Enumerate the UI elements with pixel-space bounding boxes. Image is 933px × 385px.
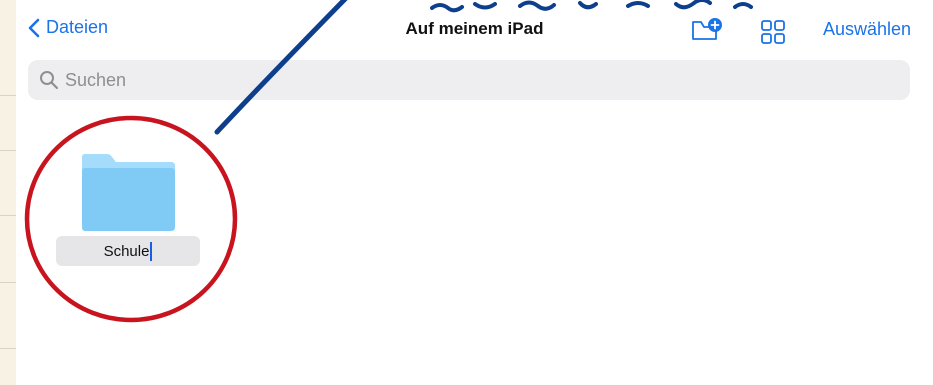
files-app-screen: Dateien Auf meinem iPad Auswählen Suchen… [16, 0, 933, 385]
paper-rule-line [0, 215, 16, 216]
paper-rule-line [0, 150, 16, 151]
page-title: Auf meinem iPad [405, 19, 544, 38]
paper-rule-line [0, 282, 16, 283]
folder-name-field[interactable]: Schule [56, 236, 200, 266]
search-bar[interactable] [28, 60, 910, 100]
paper-rule-line [0, 95, 16, 96]
paper-rule-line [0, 348, 16, 349]
folder-icon [82, 154, 175, 231]
search-input[interactable] [65, 69, 885, 91]
select-button[interactable]: Auswählen [823, 19, 911, 40]
grid-icon [761, 20, 785, 44]
folder-badge-plus-icon [692, 18, 722, 40]
folder-name-text: Schule [103, 242, 150, 260]
new-folder-button[interactable] [691, 17, 723, 48]
folder-item[interactable] [79, 153, 177, 238]
search-icon [40, 71, 59, 90]
view-options-button[interactable] [760, 19, 786, 50]
text-cursor [150, 241, 153, 261]
notebook-paper-edge [0, 0, 16, 385]
